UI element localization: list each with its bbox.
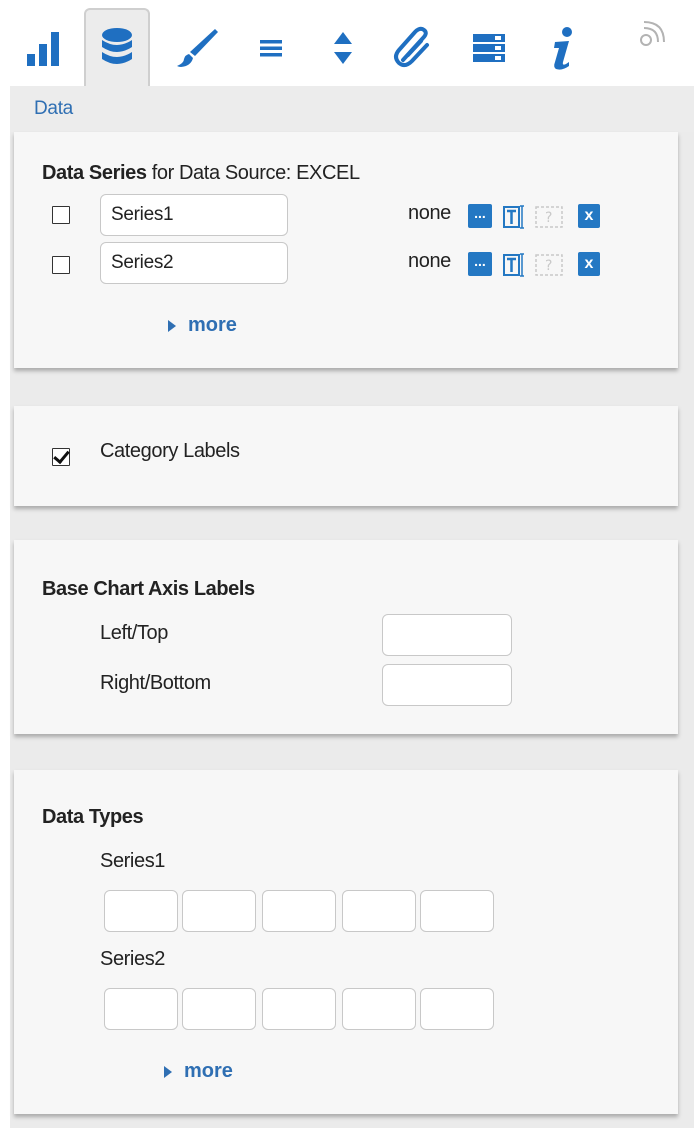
right-bottom-input[interactable] <box>382 664 512 706</box>
series1-name-field[interactable]: Series1 <box>100 194 288 236</box>
series1-browse-button[interactable]: ... <box>468 204 492 228</box>
brush-icon <box>177 29 218 67</box>
data-type-field[interactable] <box>342 890 416 932</box>
help-placeholder-icon[interactable]: ? <box>534 204 568 230</box>
data-type-field[interactable] <box>182 988 256 1030</box>
paperclip-icon <box>394 26 429 68</box>
category-labels-card: Category Labels <box>14 406 678 506</box>
tab-style[interactable] <box>164 10 230 86</box>
series1-mapping: none <box>408 202 451 224</box>
tab-info[interactable] <box>530 10 596 86</box>
toolbar-tabs <box>10 8 610 86</box>
category-labels-label: Category Labels <box>100 440 240 462</box>
data-type-field[interactable] <box>420 890 494 932</box>
menu-lines-icon <box>260 40 282 57</box>
info-icon <box>554 27 572 70</box>
data-types-more-link[interactable]: more <box>164 1060 233 1083</box>
data-type-field[interactable] <box>262 890 336 932</box>
tab-data[interactable] <box>84 8 150 86</box>
server-rows-icon <box>473 34 505 62</box>
series2-browse-button[interactable]: ... <box>468 252 492 276</box>
svg-text:?: ? <box>545 210 552 226</box>
series2-remove-button[interactable]: x <box>578 252 600 276</box>
section-header: Data <box>10 86 694 132</box>
text-format-icon[interactable] <box>502 204 528 230</box>
left-top-label: Left/Top <box>100 622 168 644</box>
data-type-field[interactable] <box>262 988 336 1030</box>
series1-checkbox[interactable] <box>52 206 70 224</box>
section-title: Data <box>34 98 73 119</box>
series2-name-field[interactable]: Series2 <box>100 242 288 284</box>
data-type-field[interactable] <box>182 890 256 932</box>
data-type-field[interactable] <box>342 988 416 1030</box>
database-icon <box>102 28 132 64</box>
data-series-card: Data Series for Data Source: EXCEL Serie… <box>14 132 678 368</box>
right-bottom-label: Right/Bottom <box>100 672 211 694</box>
axis-labels-title: Base Chart Axis Labels <box>42 578 255 600</box>
tab-chart[interactable] <box>10 10 76 86</box>
axis-labels-card: Base Chart Axis Labels Left/Top Right/Bo… <box>14 540 678 734</box>
expand-triangle-icon <box>164 1065 172 1078</box>
rss-icon[interactable] <box>638 20 666 48</box>
data-types-card: Data Types Series1 Series2 more <box>14 770 678 1114</box>
data-type-field[interactable] <box>104 890 178 932</box>
data-type-field[interactable] <box>420 988 494 1030</box>
data-series-title: Data Series for Data Source: EXCEL <box>42 162 360 184</box>
data-types-series2-label: Series2 <box>100 948 166 970</box>
help-placeholder-icon[interactable]: ? <box>534 252 568 278</box>
left-top-input[interactable] <box>382 614 512 656</box>
expand-triangle-icon <box>168 319 176 332</box>
text-format-icon[interactable] <box>502 252 528 278</box>
data-series-more-link[interactable]: more <box>168 314 237 337</box>
bar-chart-icon <box>27 32 59 66</box>
data-types-title: Data Types <box>42 806 144 828</box>
category-labels-checkbox[interactable] <box>52 448 70 466</box>
svg-text:?: ? <box>545 258 552 274</box>
series1-remove-button[interactable]: x <box>578 204 600 228</box>
tab-rows[interactable] <box>456 10 522 86</box>
tab-lines[interactable] <box>238 10 304 86</box>
tab-attachments[interactable] <box>380 10 446 86</box>
data-types-series1-label: Series1 <box>100 850 166 872</box>
sort-arrows-icon <box>334 32 352 64</box>
tab-sort[interactable] <box>310 10 376 86</box>
data-type-field[interactable] <box>104 988 178 1030</box>
series2-checkbox[interactable] <box>52 256 70 274</box>
series2-mapping: none <box>408 250 451 272</box>
